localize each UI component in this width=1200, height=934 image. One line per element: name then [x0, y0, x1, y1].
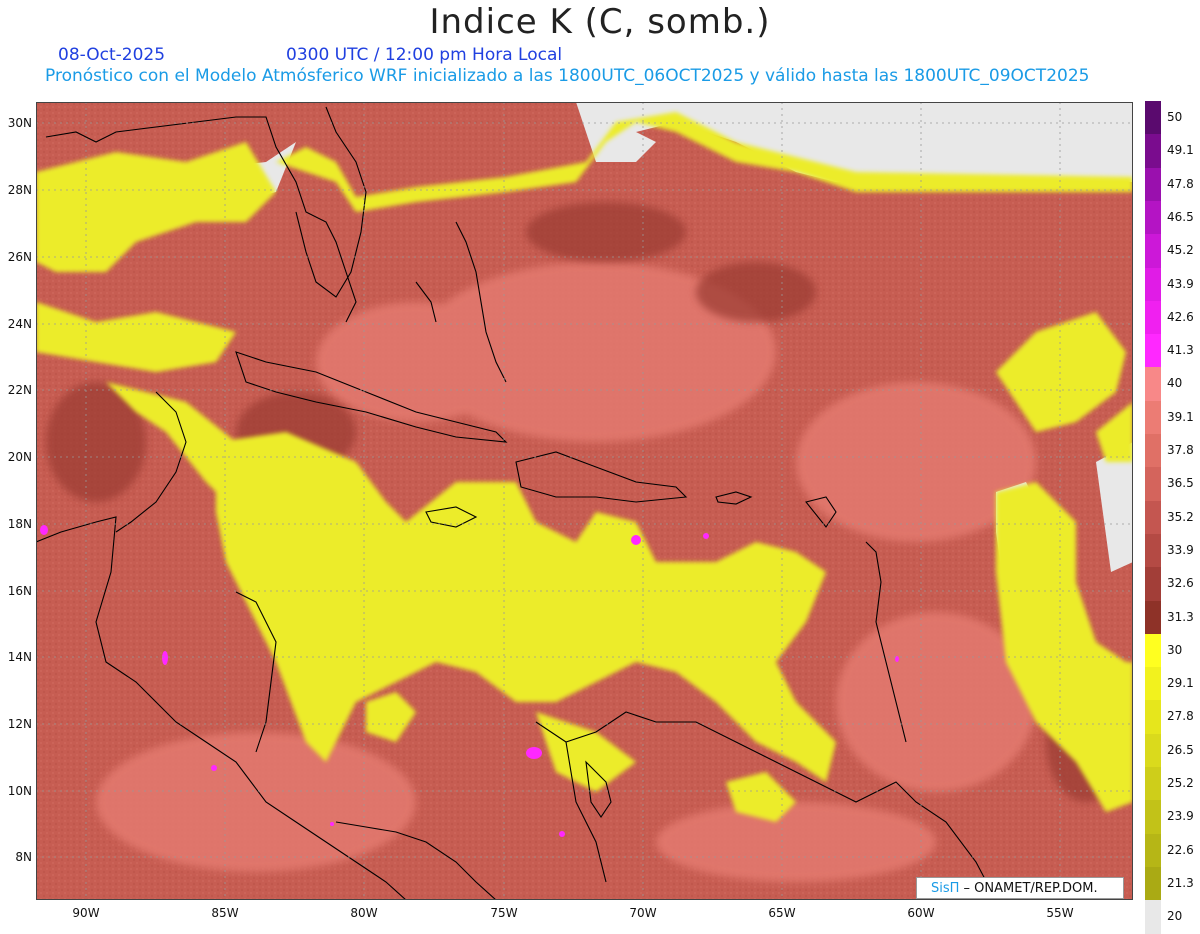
lat-label: 8N	[15, 850, 32, 864]
colorbar-segment	[1145, 600, 1161, 635]
colorbar-segment	[1145, 800, 1161, 835]
lon-label: 80W	[350, 906, 378, 920]
colorbar-tick-label: 50	[1167, 110, 1183, 124]
colorbar-tick-label: 47.8	[1167, 176, 1194, 191]
colorbar-tick-label: 36.5	[1167, 476, 1194, 491]
colorbar-segment	[1145, 134, 1161, 169]
colorbar-segment	[1145, 500, 1161, 535]
colorbar-segment	[1145, 467, 1161, 502]
colorbar-tick-label: 41.3	[1167, 343, 1194, 358]
lat-label: 12N	[7, 717, 32, 731]
lon-label: 60W	[907, 906, 935, 920]
colorbar-segment	[1145, 400, 1161, 435]
colorbar-tick-label: 32.6	[1167, 576, 1194, 591]
colorbar-segment	[1145, 101, 1161, 135]
lat-label: 24N	[7, 317, 32, 331]
model-info: Pronóstico con el Modelo Atmósferico WRF…	[45, 66, 1090, 86]
sispi-logo: SisΠ	[931, 881, 960, 896]
lon-label: 90W	[72, 906, 100, 920]
k-index-map	[36, 102, 1133, 900]
colorbar-tick-label: 31.3	[1167, 609, 1194, 624]
colorbar-tick-label: 46.5	[1167, 209, 1194, 224]
colorbar-tick-label: 27.8	[1167, 709, 1194, 724]
credit-text: – ONAMET/REP.DOM.	[959, 881, 1098, 896]
lat-label: 14N	[7, 650, 32, 664]
colorbar-tick-label: 35.2	[1167, 509, 1194, 524]
forecast-date: 08-Oct-2025	[58, 45, 166, 65]
colorbar-segment	[1145, 866, 1161, 901]
lat-label: 16N	[7, 584, 32, 598]
colorbar-tick-label: 39.1	[1167, 409, 1194, 424]
lon-label: 55W	[1046, 906, 1074, 920]
colorbar-tick-label: 23.9	[1167, 809, 1194, 824]
colorbar-tick-label: 37.8	[1167, 443, 1194, 457]
colorbar-segment	[1145, 334, 1161, 368]
lat-label: 18N	[7, 517, 32, 531]
credit-box: SisΠ – ONAMET/REP.DOM.	[916, 877, 1124, 899]
lat-label: 28N	[7, 183, 32, 197]
colorbar-tick-label: 45.2	[1167, 243, 1194, 258]
lon-label: 75W	[490, 906, 518, 920]
colorbar-segment	[1145, 234, 1161, 268]
lon-label: 70W	[629, 906, 657, 920]
colorbar-tick-label: 42.6	[1167, 309, 1194, 324]
colorbar-segment	[1145, 833, 1161, 868]
colorbar-tick-label: 43.9	[1167, 276, 1194, 291]
colorbar-segment	[1145, 900, 1161, 934]
colorbar-segment	[1145, 633, 1161, 668]
colorbar-tick-label: 49.1	[1167, 143, 1194, 158]
colorbar-tick-label: 33.9	[1167, 542, 1194, 557]
colorbar-tick-label: 30	[1167, 642, 1183, 657]
chart-title: Indice K (C, somb.)	[429, 2, 771, 42]
valid-time: 0300 UTC / 12:00 pm Hora Local	[286, 45, 563, 65]
lon-label: 85W	[211, 906, 239, 920]
colorbar-tick-label: 25.2	[1167, 776, 1194, 790]
colorbar-segment	[1145, 167, 1161, 202]
colorbar-tick-label: 40	[1167, 376, 1183, 391]
colorbar-segment	[1145, 733, 1161, 768]
lon-label: 65W	[768, 906, 796, 920]
colorbar-segment	[1145, 567, 1161, 601]
colorbar-tick-label: 20	[1167, 909, 1183, 924]
lat-label: 20N	[7, 450, 32, 464]
colorbar-segment	[1145, 533, 1161, 568]
colorbar-segment	[1145, 300, 1161, 335]
colorbar-segment	[1145, 367, 1161, 402]
colorbar-tick-label: 29.1	[1167, 676, 1194, 691]
lat-label: 22N	[7, 383, 32, 397]
colorbar-segment	[1145, 267, 1161, 302]
lat-label: 10N	[7, 784, 32, 798]
colorbar-tick-label: 21.3	[1167, 875, 1194, 890]
colorbar-segment	[1145, 767, 1161, 801]
colorbar-tick-label: 22.6	[1167, 842, 1194, 857]
colorbar-tick-label: 26.5	[1167, 742, 1194, 757]
colorbar-segment	[1145, 434, 1161, 468]
lat-label: 26N	[7, 250, 32, 264]
colorbar-segment	[1145, 200, 1161, 235]
lat-label: 30N	[7, 116, 32, 130]
colorbar-segment	[1145, 667, 1161, 701]
colorbar-segment	[1145, 700, 1161, 735]
